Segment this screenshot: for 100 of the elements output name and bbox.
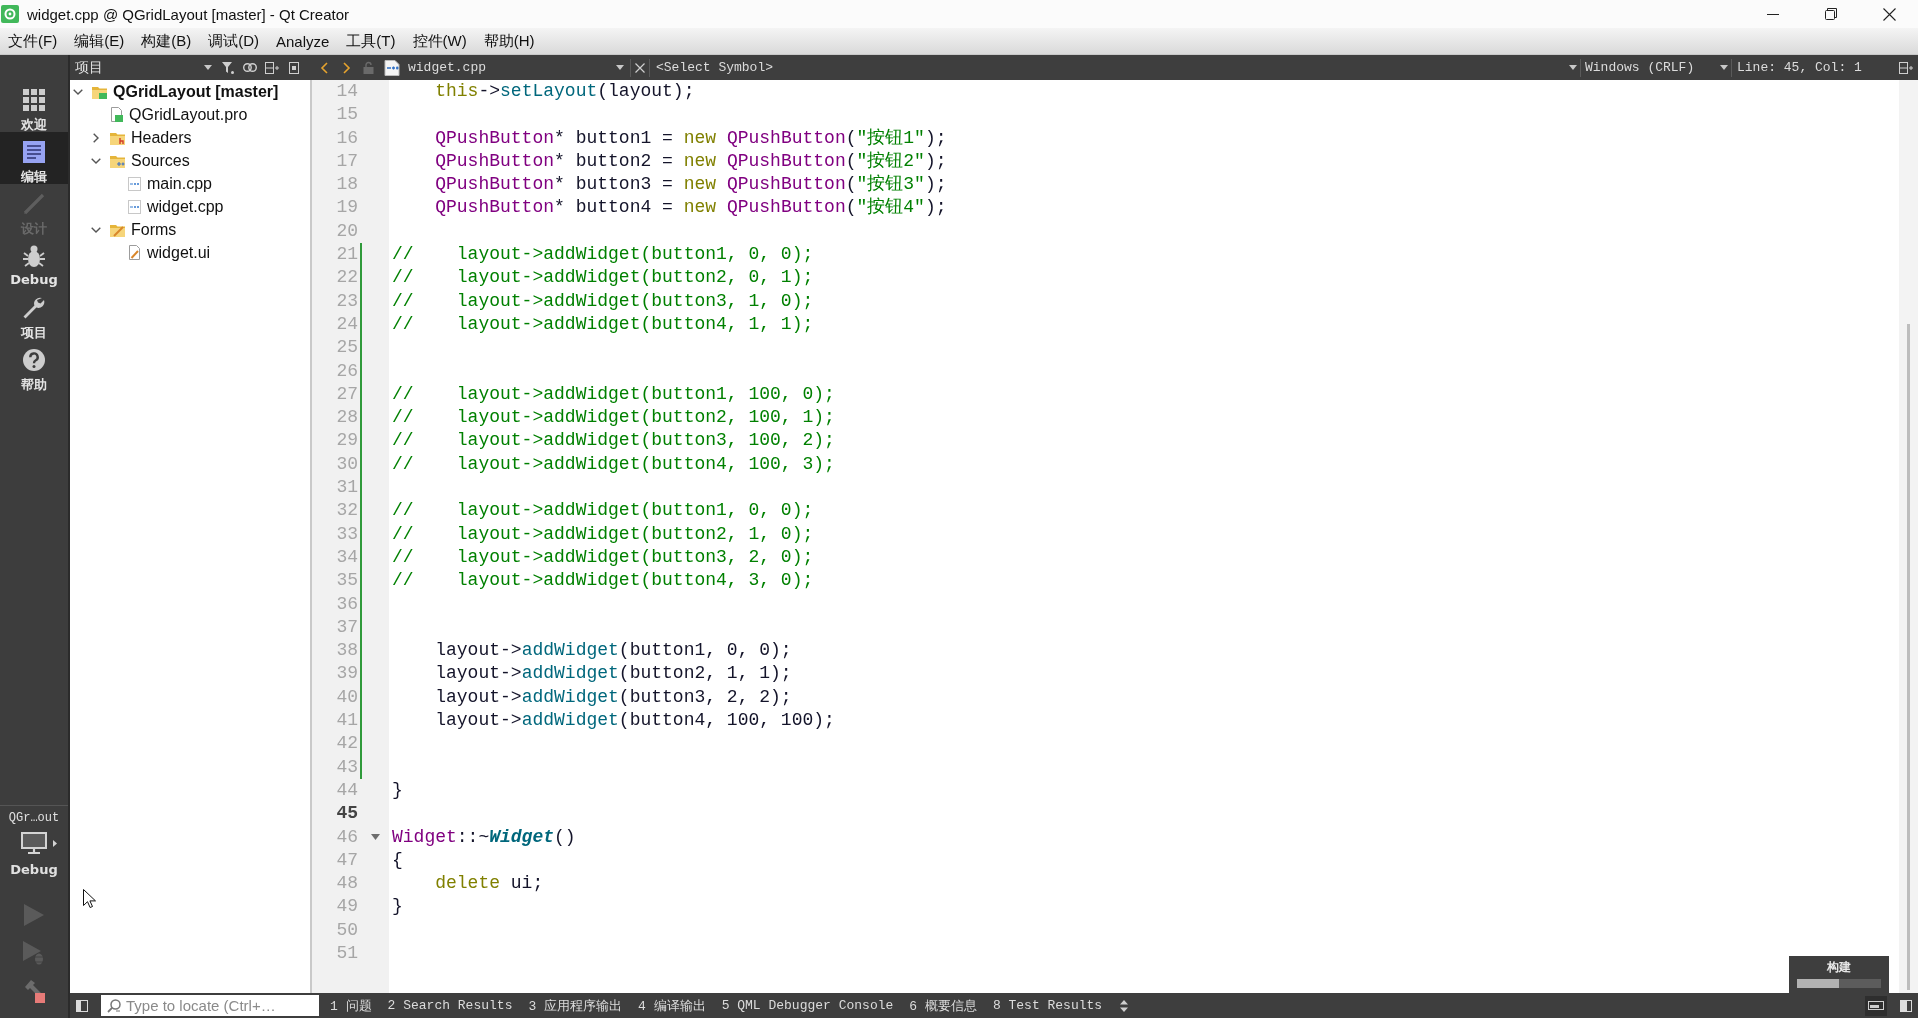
line-number: 25 (335, 336, 358, 360)
line-number: 29 (335, 429, 358, 453)
chevron-left-icon[interactable] (320, 61, 328, 74)
symbol-selector[interactable]: <Select Symbol> (650, 55, 1580, 80)
hammer-stop-icon[interactable] (22, 979, 46, 1003)
folder-icon (92, 84, 107, 99)
mode-button[interactable]: 编辑 (0, 132, 68, 184)
code-line: } (392, 895, 403, 919)
line-number: 43 (335, 755, 358, 779)
code-line: { (392, 848, 403, 872)
line-ending-selector[interactable]: Windows (CRLF) (1581, 55, 1731, 80)
bug-icon (22, 244, 46, 268)
line-number: 46 (335, 825, 358, 849)
line-number: 32 (335, 499, 358, 523)
tree-item[interactable]: QGridLayout.pro (88, 103, 248, 126)
progress-details-button[interactable] (1865, 995, 1887, 1016)
code-line: // layout->addWidget(button3, 100, 2); (392, 429, 835, 453)
chevron-down-icon[interactable] (91, 157, 101, 164)
chevron-down-icon[interactable] (73, 88, 83, 95)
chevron-right-icon[interactable] (342, 61, 350, 74)
code-line: // layout->addWidget(button2, 100, 1); (392, 406, 835, 430)
menu-item[interactable]: Analyze (268, 30, 338, 52)
output-pane-tab[interactable]: 1 问题 (322, 993, 380, 1018)
output-pane-tab[interactable]: 4 编译输出 (630, 993, 714, 1018)
restore-icon[interactable] (1825, 8, 1837, 20)
tree-item[interactable]: widget.cpp (106, 195, 224, 218)
source-file-icon (128, 176, 141, 191)
line-number: 24 (335, 312, 358, 336)
line-number: 20 (335, 219, 358, 243)
menu-item[interactable]: 构建(B) (133, 29, 200, 53)
output-pane-tab[interactable]: 2 Search Results (379, 993, 521, 1018)
menu-item[interactable]: 调试(D) (200, 29, 267, 53)
scrollbar[interactable] (1899, 80, 1918, 993)
tree-item[interactable]: main.cpp (106, 172, 212, 195)
output-pane-tab[interactable]: 3 应用程序输出 (520, 993, 631, 1018)
code-line: QPushButton* button1 = new QPushButton("按钮1"); (435, 126, 947, 150)
source-file-icon (128, 199, 141, 214)
caret-down-icon[interactable] (204, 65, 212, 70)
mode-button[interactable]: Debug (0, 236, 68, 288)
output-pane-tab[interactable]: 5 QML Debugger Console (713, 993, 902, 1018)
tree-item[interactable]: Headers (88, 126, 192, 149)
code-line: QPushButton* button2 = new QPushButton("按钮2"); (435, 149, 947, 173)
line-number: 17 (335, 149, 358, 173)
tree-item[interactable]: Sources (88, 149, 190, 172)
line-number: 49 (335, 895, 358, 919)
code-line: // layout->addWidget(button1, 0, 0); (392, 499, 814, 523)
tree-item[interactable]: Forms (88, 218, 177, 241)
minimize-icon[interactable] (1767, 13, 1779, 15)
line-number: 18 (335, 173, 358, 197)
caret-down-icon[interactable] (616, 65, 624, 70)
split-icon[interactable] (1899, 61, 1913, 74)
fold-triangle-icon[interactable] (371, 834, 380, 841)
line-number: 16 (335, 126, 358, 150)
link-icon[interactable] (243, 63, 257, 72)
line-number: 37 (335, 615, 358, 639)
line-number: 26 (335, 359, 358, 383)
line-number: 48 (335, 872, 358, 896)
line-number: 47 (335, 848, 358, 872)
folder-icon (110, 130, 125, 145)
menu-item[interactable]: 帮助(H) (475, 29, 543, 53)
line-number: 44 (335, 778, 358, 802)
code-line: Widget::~Widget() (392, 825, 576, 849)
file-selector[interactable]: widget.cpp (382, 55, 630, 80)
code-line: // layout->addWidget(button2, 1, 0); (392, 522, 814, 546)
menu-item[interactable]: 工具(T) (338, 29, 404, 53)
document-lines-icon (22, 140, 46, 164)
mode-button[interactable]: 项目 (0, 288, 68, 340)
code-line: // layout->addWidget(button4, 1, 1); (392, 312, 814, 336)
line-number: 27 (335, 382, 358, 406)
tree-item[interactable]: widget.ui (106, 241, 211, 264)
close-icon[interactable] (1882, 7, 1896, 21)
code-line: // layout->addWidget(button4, 100, 3); (392, 452, 835, 476)
chevron-down-icon[interactable] (91, 226, 101, 233)
caret-down-icon[interactable] (1720, 65, 1728, 70)
monitor-icon (21, 832, 47, 854)
code-line: // layout->addWidget(button1, 0, 0); (392, 243, 814, 267)
caret-down-icon[interactable] (1569, 65, 1577, 70)
line-number: 14 (335, 80, 358, 103)
document-icon (110, 107, 123, 122)
menu-item[interactable]: 控件(W) (404, 29, 475, 53)
mode-button[interactable]: 欢迎 (0, 80, 68, 132)
line-number: 40 (335, 685, 358, 709)
up-down-arrow-icon[interactable] (1120, 999, 1129, 1012)
pencil-icon (22, 192, 46, 216)
line-number: 50 (335, 918, 358, 942)
mode-button[interactable]: 帮助 (0, 340, 68, 392)
output-pane-tab[interactable]: 6 概要信息 (901, 993, 985, 1018)
cpp-file-icon (384, 59, 400, 76)
locate-field[interactable]: Type to locate (Ctrl+… (101, 995, 319, 1016)
scrollbar-thumb[interactable] (1907, 324, 1910, 990)
chevron-right-icon[interactable] (93, 132, 99, 143)
window-title: widget.cpp @ QGridLayout [master] - Qt Creator (27, 5, 350, 23)
tree-item[interactable]: QGridLayout [master] (70, 80, 279, 103)
code-line: // layout->addWidget(button1, 100, 0); (392, 382, 835, 406)
menu-item[interactable]: 编辑(E) (66, 29, 133, 53)
progress-details-icon[interactable] (1868, 1001, 1884, 1010)
line-number: 23 (335, 289, 358, 313)
menu-item[interactable]: 文件(F) (0, 29, 66, 53)
code-line: // layout->addWidget(button3, 1, 0); (392, 289, 814, 313)
output-pane-tab[interactable]: 8 Test Results (984, 993, 1111, 1018)
